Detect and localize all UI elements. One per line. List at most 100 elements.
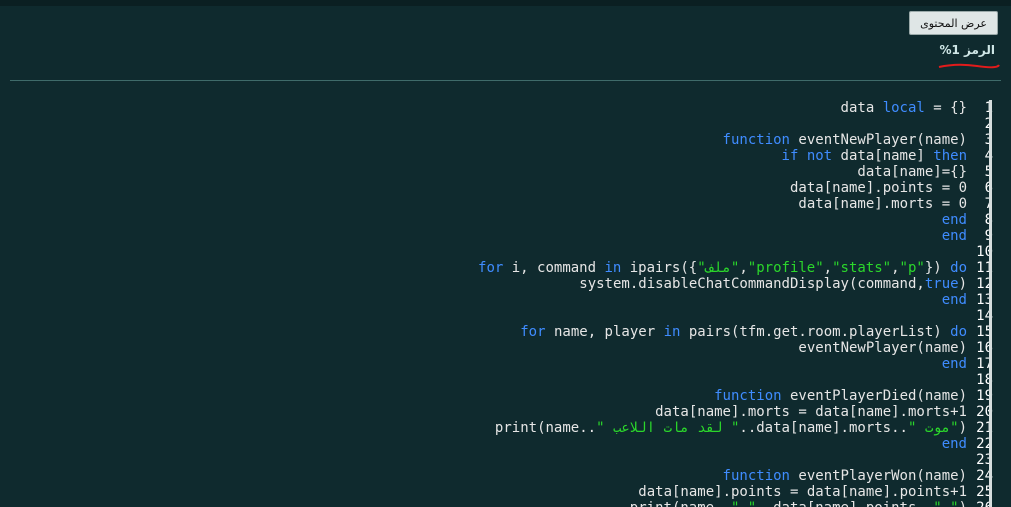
code-line: 18	[10, 372, 995, 388]
code-token: eventNewPlayer(name)	[781, 340, 967, 356]
code-text: end	[942, 292, 967, 308]
code-text: eventNewPlayer(name)	[782, 340, 967, 356]
code-line: end 22	[10, 436, 995, 452]
code-line: print(name.." لقد مات اللاعب "..data[nam…	[10, 420, 995, 436]
code-text: end	[925, 212, 967, 228]
code-keyword: function	[722, 132, 790, 148]
code-token: )	[959, 500, 967, 507]
code-keyword: local	[882, 100, 925, 116]
scroll-handle-icon: ᵒ	[969, 0, 973, 5]
show-content-button[interactable]: عرض المحتوى	[909, 11, 998, 35]
code-string: " "	[933, 500, 958, 507]
code-token: data[name]={}	[823, 164, 967, 180]
code-keyword: for	[478, 260, 504, 276]
code-token: data[name].points = data[name].points+1	[621, 484, 967, 500]
code-text: function eventPlayerDied(name)	[714, 388, 967, 404]
code-token: ,	[823, 260, 833, 276]
code-block-border	[989, 100, 992, 507]
code-keyword: end	[941, 212, 967, 228]
code-token: data[name].morts = 0	[764, 196, 967, 212]
code-line: eventNewPlayer(name) 16	[10, 340, 995, 356]
code-line: data[name].points = data[name].points+1 2…	[10, 484, 995, 500]
code-line: data[name].points = 06	[10, 180, 995, 196]
code-token: data[name].points = 0	[756, 180, 967, 196]
code-token: )	[958, 420, 967, 436]
code-keyword: true	[924, 276, 959, 292]
code-block: data local = {}12function eventNewPlayer…	[10, 100, 995, 507]
code-keyword: not	[806, 148, 833, 164]
code-token: )	[958, 276, 967, 292]
code-text: end	[942, 436, 967, 452]
code-text: for i, command in ipairs({"ملف","profile…	[478, 260, 967, 276]
divider	[10, 80, 1001, 81]
code-string: " موت"	[907, 420, 959, 436]
code-line: data local = {}1	[10, 100, 995, 116]
code-text: if not data[name] then	[765, 148, 967, 164]
code-line: end8	[10, 212, 995, 228]
code-text: data[name]={}	[824, 164, 967, 180]
code-text: end	[942, 356, 967, 372]
code-line: if not data[name] then4	[10, 148, 995, 164]
code-text: for name, player in pairs(tfm.get.room.p…	[520, 324, 967, 340]
code-line: for i, command in ipairs({"ملف","profile…	[10, 260, 995, 276]
code-line: 23	[10, 452, 995, 468]
code-keyword: end	[941, 356, 967, 372]
code-token: ..data[name].points..	[756, 500, 933, 507]
code-line: 2	[10, 116, 995, 132]
red-underline-mark	[938, 63, 1000, 69]
code-keyword: end	[941, 292, 967, 308]
code-line: function eventPlayerWon(name) 24	[10, 468, 995, 484]
code-text: print(name.." لقد مات اللاعب "..data[nam…	[478, 420, 967, 436]
code-token: print(name..	[478, 420, 597, 436]
code-token: eventNewPlayer(name)	[789, 132, 967, 148]
code-keyword: in	[663, 324, 681, 340]
code-line: end9	[10, 228, 995, 244]
code-token: data[name]	[832, 148, 934, 164]
code-text: system.disableChatCommandDisplay(command…	[562, 276, 967, 292]
code-line: data[name].morts = data[name].morts+1 20	[10, 404, 995, 420]
code-line: 10	[10, 244, 995, 260]
code-string: "p"	[899, 260, 925, 276]
code-token: ,	[891, 260, 900, 276]
code-line: data[name].morts = 07	[10, 196, 995, 212]
code-text: data[name].points = 0	[756, 180, 967, 196]
code-token: print(name..	[613, 500, 731, 507]
code-token: ipairs({	[621, 260, 698, 276]
code-token: data	[840, 100, 883, 116]
code-string: " "	[731, 500, 756, 507]
top-bar	[0, 0, 1011, 6]
code-string: "stats"	[832, 260, 892, 276]
code-text: data[name].points = data[name].points+1	[621, 484, 967, 500]
code-token: })	[924, 260, 951, 276]
code-text: print(name.." "..data[name].points.." ")	[613, 500, 967, 507]
code-token: eventPlayerWon(name)	[789, 468, 967, 484]
code-string: "profile"	[747, 260, 824, 276]
code-keyword: if	[781, 148, 799, 164]
code-keyword: function	[714, 388, 782, 404]
code-string: " لقد مات اللاعب "	[596, 420, 740, 436]
code-string: "ملف"	[697, 260, 740, 276]
code-token: pairs(tfm.get.room.playerList)	[680, 324, 951, 340]
code-text: data local = {}	[841, 100, 967, 116]
code-line: end 17	[10, 356, 995, 372]
code-token: data[name].morts = data[name].morts+1	[638, 404, 967, 420]
code-line: function eventNewPlayer(name)3	[10, 132, 995, 148]
code-keyword: end	[941, 436, 967, 452]
code-token: eventPlayerDied(name)	[781, 388, 967, 404]
code-text: data[name].morts = 0	[765, 196, 967, 212]
code-line: 14	[10, 308, 995, 324]
code-text: data[name].morts = data[name].morts+1	[638, 404, 967, 420]
code-token: name, player	[545, 324, 664, 340]
code-keyword: in	[604, 260, 622, 276]
code-keyword: end	[941, 228, 967, 244]
code-text: function eventNewPlayer(name)	[723, 132, 967, 148]
code-line: end 13	[10, 292, 995, 308]
code-text: function eventPlayerWon(name)	[723, 468, 967, 484]
code-line: function eventPlayerDied(name) 19	[10, 388, 995, 404]
code-token: i, command	[503, 260, 605, 276]
code-keyword: do	[950, 324, 967, 340]
code-line: system.disableChatCommandDisplay(command…	[10, 276, 995, 292]
code-keyword: for	[520, 324, 546, 340]
